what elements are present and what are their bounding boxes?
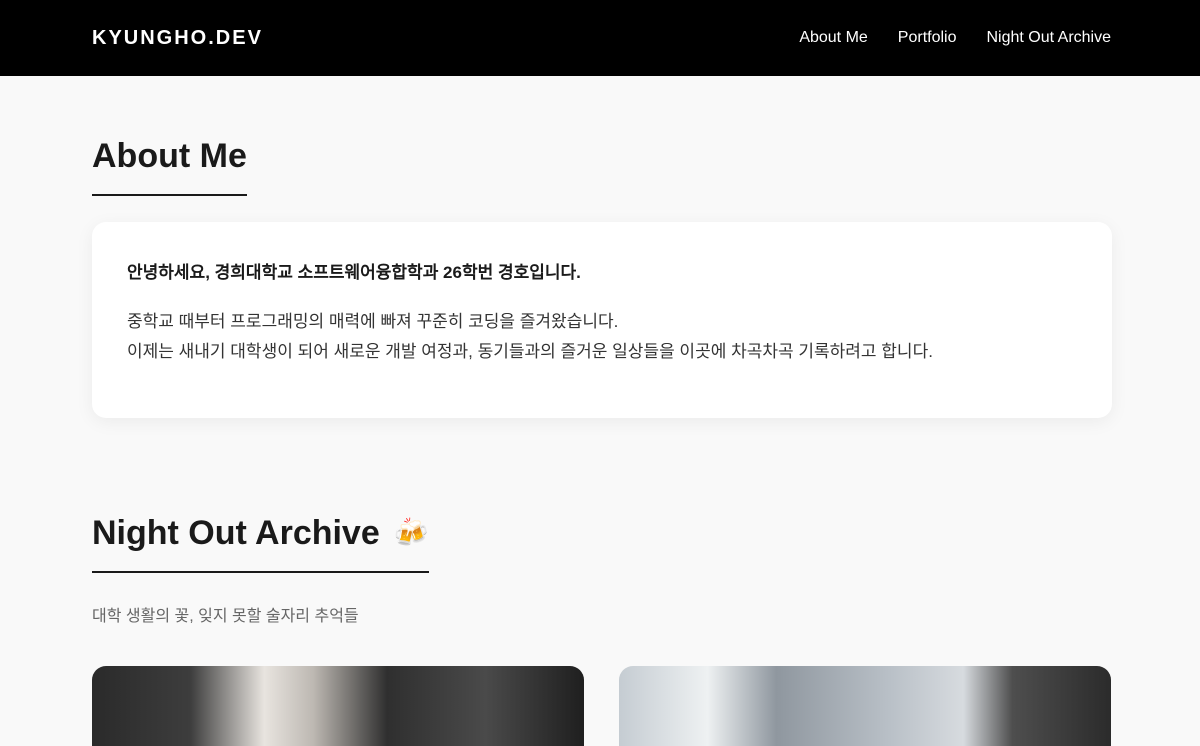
nav-link-about-me[interactable]: About Me — [799, 29, 867, 47]
about-section: About Me 안녕하세요, 경희대학교 소프트웨어융합학과 26학번 경호입… — [92, 76, 1112, 418]
night-out-section-title: Night Out Archive 🍻 — [92, 514, 429, 573]
about-body-text: 중학교 때부터 프로그래밍의 매력에 빠져 꾸준히 코딩을 즐겨왔습니다. 이제… — [127, 307, 1077, 367]
nav-link-night-out-archive[interactable]: Night Out Archive — [987, 29, 1112, 47]
gallery-photo[interactable] — [619, 666, 1111, 746]
beer-mugs-icon: 🍻 — [393, 517, 429, 548]
site-logo[interactable]: KYUNGHO.DEV — [92, 27, 263, 50]
main-content: About Me 안녕하세요, 경희대학교 소프트웨어융합학과 26학번 경호입… — [92, 76, 1112, 746]
gallery-photo[interactable] — [92, 666, 584, 746]
site-header: KYUNGHO.DEV About Me Portfolio Night Out… — [0, 0, 1200, 76]
about-card: 안녕하세요, 경희대학교 소프트웨어융합학과 26학번 경호입니다. 중학교 때… — [92, 222, 1112, 418]
about-body-line-2: 이제는 새내기 대학생이 되어 새로운 개발 여정과, 동기들과의 즐거운 일상… — [127, 342, 933, 361]
main-nav: About Me Portfolio Night Out Archive — [799, 29, 1111, 47]
about-intro-text: 안녕하세요, 경희대학교 소프트웨어융합학과 26학번 경호입니다. — [127, 263, 581, 282]
photo-gallery — [92, 666, 1112, 746]
about-section-title: About Me — [92, 137, 247, 196]
nav-link-portfolio[interactable]: Portfolio — [898, 29, 957, 47]
about-body-line-1: 중학교 때부터 프로그래밍의 매력에 빠져 꾸준히 코딩을 즐겨왔습니다. — [127, 312, 619, 331]
night-out-section: Night Out Archive 🍻 대학 생활의 꽃, 잊지 못할 술자리 추… — [92, 418, 1112, 746]
night-out-subtitle: 대학 생활의 꽃, 잊지 못할 술자리 추억들 — [92, 608, 359, 625]
night-out-title-text: Night Out Archive — [92, 514, 380, 552]
